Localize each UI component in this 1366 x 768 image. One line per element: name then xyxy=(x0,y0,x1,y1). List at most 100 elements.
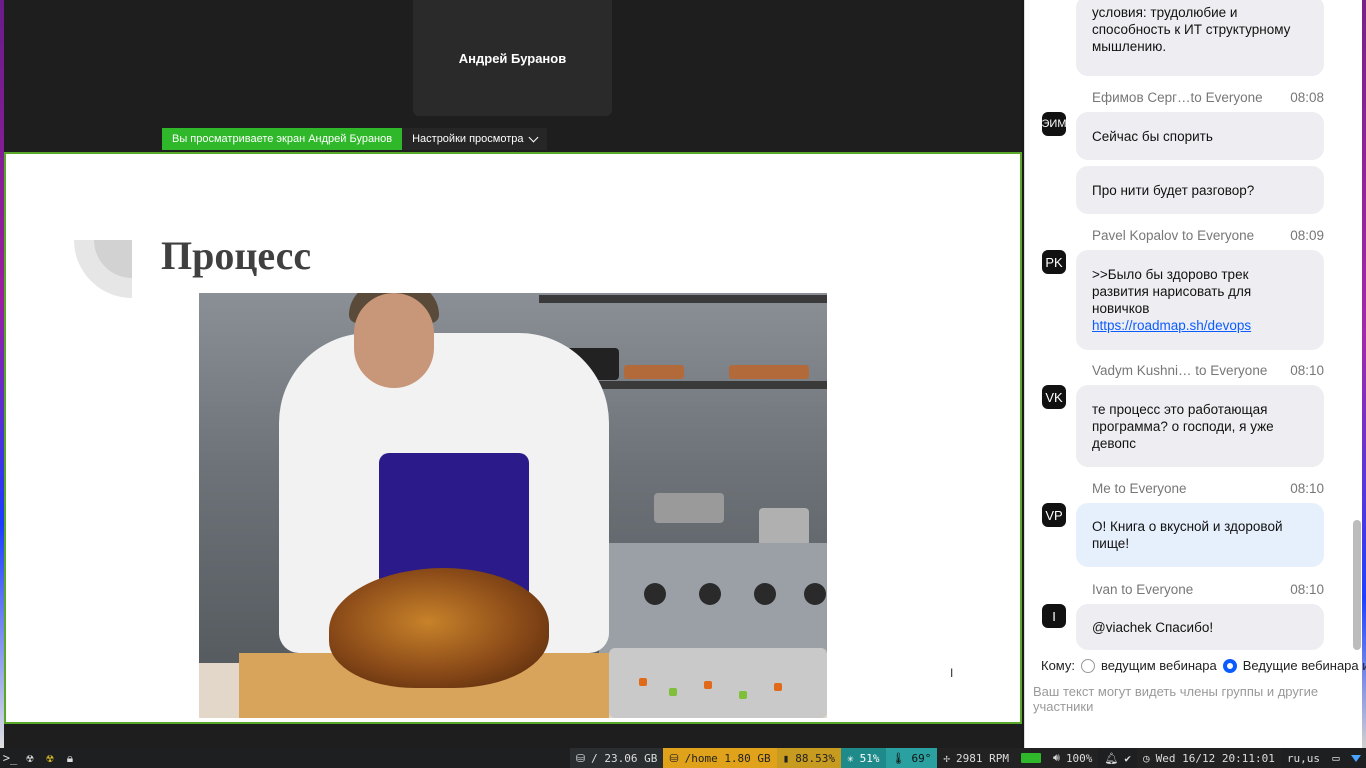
message-header: Ivan to Everyone 08:10 xyxy=(1092,582,1324,597)
checkmark-icon: ✔ xyxy=(1124,751,1132,765)
fan-value: 2981 RPM xyxy=(956,751,1009,765)
message-text: Про нити будет разговор? xyxy=(1092,182,1255,198)
speaker-icon: 🔊︎ xyxy=(1053,751,1060,764)
cpu-icon: ✳ xyxy=(847,751,854,765)
message-sender: Me to Everyone xyxy=(1092,481,1187,496)
terminal-icon[interactable]: >_ xyxy=(0,748,20,768)
radiation-icon[interactable]: ☢ xyxy=(40,748,60,768)
avatar-initials: ЭИМ xyxy=(1042,118,1066,130)
chat-bubble: Сейчас бы спорить xyxy=(1076,112,1324,160)
network-icon[interactable]: ☢ xyxy=(20,748,40,768)
chat-bubble-own: О! Книга о вкусной и здоровой пище! xyxy=(1076,503,1324,567)
message-link[interactable]: https://roadmap.sh/devops xyxy=(1092,318,1251,333)
power-indicator xyxy=(1015,748,1047,768)
chat-input[interactable] xyxy=(1031,682,1353,742)
message-header: Ефимов Серг…to Everyone 08:08 xyxy=(1092,90,1324,105)
message-text: те процесс это работающая программа? о г… xyxy=(1092,401,1274,451)
battery-value: 88.53% xyxy=(795,751,836,765)
screen-share-bar: Вы просматриваете экран Андрей Буранов Н… xyxy=(162,128,547,150)
message-text: Сейчас бы спорить xyxy=(1092,128,1213,144)
system-taskbar: >_ ☢ ☢ 🔒︎ ⛁ / 23.06 GB ⛁ /home 1.80 GB ▮… xyxy=(0,748,1366,768)
radio-hosts-label[interactable]: ведущим вебинара xyxy=(1101,658,1217,673)
avatar-initials: VK xyxy=(1045,389,1063,405)
avatar-initials: I xyxy=(1052,608,1056,624)
chat-panel: условия: трудолюбие и способность к ИТ с… xyxy=(1024,0,1366,748)
view-settings-button[interactable]: Настройки просмотра xyxy=(402,128,547,150)
clock[interactable]: ◷ Wed 16/12 20:11:01 xyxy=(1137,748,1281,768)
notification-indicator[interactable]: 🔔︎ ✔ xyxy=(1098,748,1137,768)
message-header: Pavel Kopalov to Everyone 08:09 xyxy=(1092,228,1324,243)
disk-icon: ⛁ xyxy=(669,751,679,765)
thermometer-icon: 🌡︎ xyxy=(891,751,906,765)
clock-value: Wed 16/12 20:11:01 xyxy=(1155,751,1275,765)
message-sender: Vadym Kushni… to Everyone xyxy=(1092,363,1268,378)
chat-bubble: Про нити будет разговор? xyxy=(1076,166,1324,214)
battery-indicator: ▮ 88.53% xyxy=(776,748,842,768)
cpu-value: 51% xyxy=(859,751,880,765)
speaker-tile[interactable]: Андрей Буранов xyxy=(413,0,612,116)
message-sender: Pavel Kopalov to Everyone xyxy=(1092,228,1255,243)
radio-hosts[interactable] xyxy=(1081,658,1095,673)
meeting-video-area: Андрей Буранов Вы просматриваете экран А… xyxy=(4,0,1022,748)
avatar: VK xyxy=(1042,385,1066,409)
to-label: Кому: xyxy=(1041,658,1075,673)
message-text: >>Было бы здорово трек развития нарисова… xyxy=(1092,266,1308,334)
temperature-indicator: 🌡︎ 69° xyxy=(885,748,938,768)
chat-scrollbar[interactable] xyxy=(1353,0,1361,652)
chevron-down-icon xyxy=(528,132,538,142)
message-text-body: >>Было бы здорово трек развития нарисова… xyxy=(1092,267,1252,316)
disk-icon: ⛁ xyxy=(575,751,586,765)
shared-screen: Процесс I xyxy=(4,152,1022,724)
disk-root-indicator: ⛁ / 23.06 GB xyxy=(569,748,664,768)
fan-indicator: ✢ 2981 RPM xyxy=(937,748,1015,768)
cpu-indicator: ✳ 51% xyxy=(841,748,886,768)
avatar: PK xyxy=(1042,250,1066,274)
speaker-name: Андрей Буранов xyxy=(458,50,567,66)
message-time: 08:10 xyxy=(1290,582,1324,597)
share-status-label: Вы просматриваете экран Андрей Буранов xyxy=(162,128,403,150)
avatar: VP xyxy=(1042,503,1066,527)
recipient-selector: Кому: ведущим вебинара Ведущие вебинара … xyxy=(1041,658,1366,673)
lock-icon[interactable]: 🔒︎ xyxy=(60,748,80,768)
chat-bubble: те процесс это работающая программа? о г… xyxy=(1076,385,1324,467)
chat-message-list[interactable]: условия: трудолюбие и способность к ИТ с… xyxy=(1025,0,1363,652)
temperature-value: 69° xyxy=(911,751,932,765)
avatar-initials: VP xyxy=(1045,507,1063,523)
message-time: 08:10 xyxy=(1290,481,1324,496)
disk-home-value: /home 1.80 GB xyxy=(684,751,771,765)
slide-photo-chef-carving-turkey xyxy=(199,293,827,718)
chat-bubble: @viachek Спасибо! xyxy=(1076,604,1324,650)
disk-root-value: / 23.06 GB xyxy=(591,751,658,765)
volume-indicator[interactable]: 🔊︎ 100% xyxy=(1047,748,1099,768)
message-sender: Ефимов Серг…to Everyone xyxy=(1092,90,1263,105)
message-time: 08:09 xyxy=(1290,228,1324,243)
avatar: I xyxy=(1042,604,1066,628)
message-text: условия: трудолюбие и способность к ИТ с… xyxy=(1092,5,1291,54)
disk-home-indicator: ⛁ /home 1.80 GB xyxy=(663,748,777,768)
message-header: Me to Everyone 08:10 xyxy=(1092,481,1324,496)
message-text: @viachek Спасибо! xyxy=(1092,619,1214,635)
view-settings-label: Настройки просмотра xyxy=(412,133,524,145)
avatar-initials: PK xyxy=(1045,254,1063,270)
radio-hosts-and-panelists-label[interactable]: Ведущие вебинара и xyxy=(1243,658,1366,673)
radio-hosts-and-panelists[interactable] xyxy=(1222,658,1237,673)
chat-bubble: >>Было бы здорово трек развития нарисова… xyxy=(1076,250,1324,350)
battery-charging-icon xyxy=(1021,753,1041,763)
message-time: 08:08 xyxy=(1290,90,1324,105)
slide-decoration xyxy=(74,240,132,298)
keyboard-layout-value: ru,us xyxy=(1286,751,1320,765)
scrollbar-thumb[interactable] xyxy=(1353,520,1361,650)
keyboard-layout[interactable]: ru,us xyxy=(1281,748,1326,768)
bell-icon: 🔔︎ xyxy=(1104,751,1119,765)
message-header: Vadym Kushni… to Everyone 08:10 xyxy=(1092,363,1324,378)
text-cursor-icon: I xyxy=(950,666,954,680)
fan-icon: ✢ xyxy=(943,751,951,765)
message-text: О! Книга о вкусной и здоровой пище! xyxy=(1092,519,1283,551)
battery-icon: ▮ xyxy=(782,751,790,765)
message-time: 08:10 xyxy=(1290,363,1324,378)
clock-icon: ◷ xyxy=(1143,751,1150,765)
chat-bubble: условия: трудолюбие и способность к ИТ с… xyxy=(1076,0,1324,76)
tray-chat-icon[interactable]: ▭ xyxy=(1326,748,1346,768)
message-sender: Ivan to Everyone xyxy=(1092,582,1194,597)
tray-expand-icon[interactable] xyxy=(1346,748,1366,768)
